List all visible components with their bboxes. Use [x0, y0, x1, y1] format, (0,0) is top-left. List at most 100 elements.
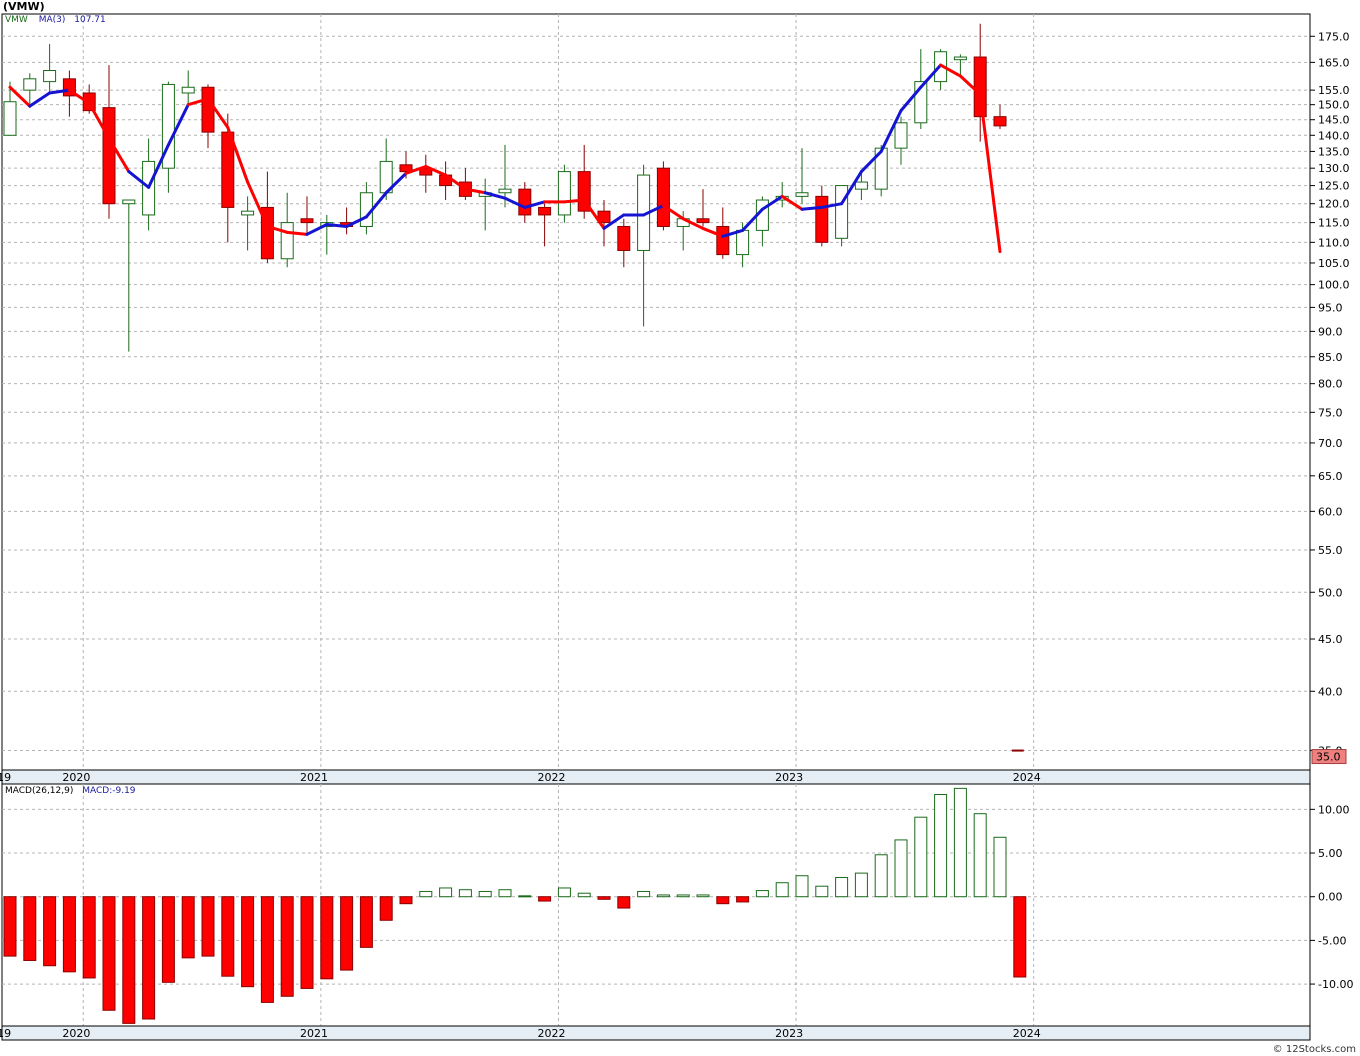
- date-label: 2021: [300, 1027, 328, 1040]
- date-label: 2019: [0, 771, 11, 784]
- macd-bar: [241, 896, 255, 988]
- macd-bar: [379, 896, 393, 921]
- date-label: 2020: [62, 771, 90, 784]
- price-tick-label: 65.0: [1318, 470, 1343, 483]
- macd-tick-label: -10.00: [1318, 978, 1353, 991]
- price-legend: VMW MA(3) 107.71: [5, 15, 106, 25]
- candle-body: [300, 218, 314, 224]
- candle-body: [43, 70, 57, 83]
- date-label: 2024: [1013, 1027, 1041, 1040]
- macd-bar: [439, 887, 453, 898]
- candle-body: [181, 86, 195, 94]
- macd-panel-frame: [1, 783, 1311, 1027]
- date-label: 2021: [300, 771, 328, 784]
- macd-bar: [557, 887, 571, 898]
- date-band-bottom: [1, 1025, 1311, 1041]
- macd-bar: [736, 896, 750, 903]
- macd-bar: [122, 896, 136, 1024]
- price-tick-label: 95.0: [1318, 301, 1343, 314]
- macd-bar: [320, 896, 334, 980]
- price-tick-label: 75.0: [1318, 406, 1343, 419]
- date-label: 2022: [538, 771, 566, 784]
- legend-macd-value: MACD:-9.19: [82, 786, 136, 796]
- price-tick-label: 165.0: [1318, 56, 1350, 69]
- site-credit: © 12Stocks.com: [1272, 1044, 1356, 1055]
- macd-bar: [419, 890, 433, 898]
- macd-bar: [142, 896, 156, 1020]
- price-tick-label: 125.0: [1318, 180, 1350, 193]
- price-panel-frame: [1, 13, 1311, 771]
- date-band-top: [1, 769, 1311, 785]
- price-tick-label: 50.0: [1318, 586, 1343, 599]
- macd-bar: [676, 894, 690, 898]
- price-tick-label: 100.0: [1318, 279, 1350, 292]
- candle-body: [815, 195, 829, 243]
- macd-bar: [656, 894, 670, 898]
- macd-bar: [894, 839, 908, 898]
- candle: [656, 161, 670, 231]
- candle-body: [557, 171, 571, 216]
- price-tick-label: 175.0: [1318, 30, 1350, 43]
- macd-bar: [43, 896, 57, 967]
- macd-bar: [399, 896, 413, 905]
- candle-body: [716, 225, 730, 256]
- price-tick-label: 135.0: [1318, 145, 1350, 158]
- candle: [557, 164, 571, 223]
- macd-bar: [755, 890, 769, 898]
- macd-legend: MACD(26,12,9) MACD:-9.19: [5, 786, 136, 796]
- price-tick-label: 90.0: [1318, 325, 1343, 338]
- macd-bar: [617, 896, 631, 909]
- macd-bar: [597, 896, 611, 900]
- macd-bar: [854, 872, 868, 898]
- macd-bar: [815, 885, 829, 898]
- macd-bar: [300, 896, 314, 989]
- macd-bar: [914, 816, 928, 898]
- macd-bar: [23, 896, 37, 961]
- macd-bar: [359, 896, 373, 948]
- macd-bar: [835, 876, 849, 898]
- macd-bar: [577, 892, 591, 898]
- candle-body: [835, 185, 849, 239]
- macd-bar: [498, 889, 512, 898]
- macd-bar: [953, 787, 967, 898]
- candle-body: [854, 181, 868, 190]
- macd-tick-label: 0.00: [1318, 891, 1343, 904]
- vmw-chart: 175.0 165.0 155.0 150.0 145.0 140.0 135.0 130.0…: [0, 13, 1353, 1041]
- date-label: 2020: [62, 1027, 90, 1040]
- chart-title: (VMW): [3, 0, 45, 13]
- price-tick-label: 55.0: [1318, 544, 1343, 557]
- candle-body: [993, 116, 1007, 127]
- price-axis: 175.0 165.0 155.0 150.0 145.0 140.0 135.0 130.0…: [1310, 30, 1350, 765]
- macd-bar: [102, 896, 116, 1011]
- legend-symbol: VMW: [5, 15, 28, 25]
- candle-body: [23, 78, 37, 91]
- candle-body: [280, 222, 294, 260]
- macd-bar: [181, 896, 195, 959]
- macd-bar: [478, 890, 492, 898]
- macd-bar: [795, 875, 809, 898]
- price-tick-label: 140.0: [1318, 129, 1350, 142]
- price-tick-label: 45.0: [1318, 633, 1343, 646]
- candle-body: [122, 199, 136, 205]
- price-tick-label: 105.0: [1318, 257, 1350, 270]
- macd-bar: [62, 896, 76, 973]
- price-tick-label: 40.0: [1318, 685, 1343, 698]
- macd-bar: [280, 896, 294, 997]
- date-label: 2019: [0, 1027, 11, 1040]
- macd-bar: [1013, 896, 1027, 978]
- candle-body: [201, 86, 215, 133]
- last-price-label: 35.0: [1316, 751, 1341, 764]
- ma-segment: [325, 223, 349, 228]
- macd-bar: [538, 896, 552, 902]
- candle-body: [953, 56, 967, 61]
- date-label: 2023: [775, 771, 803, 784]
- price-tick-label: 155.0: [1318, 84, 1350, 97]
- macd-bar: [201, 896, 215, 957]
- candle-body: [3, 101, 17, 136]
- candle-body: [894, 122, 908, 149]
- price-tick-label: 120.0: [1318, 198, 1350, 211]
- candle-body: [538, 206, 552, 216]
- macd-axis: 10.00 5.00 0.00 -5.00 -10.00: [1310, 803, 1353, 991]
- price-tick-label: 130.0: [1318, 162, 1350, 175]
- macd-bar: [3, 896, 17, 957]
